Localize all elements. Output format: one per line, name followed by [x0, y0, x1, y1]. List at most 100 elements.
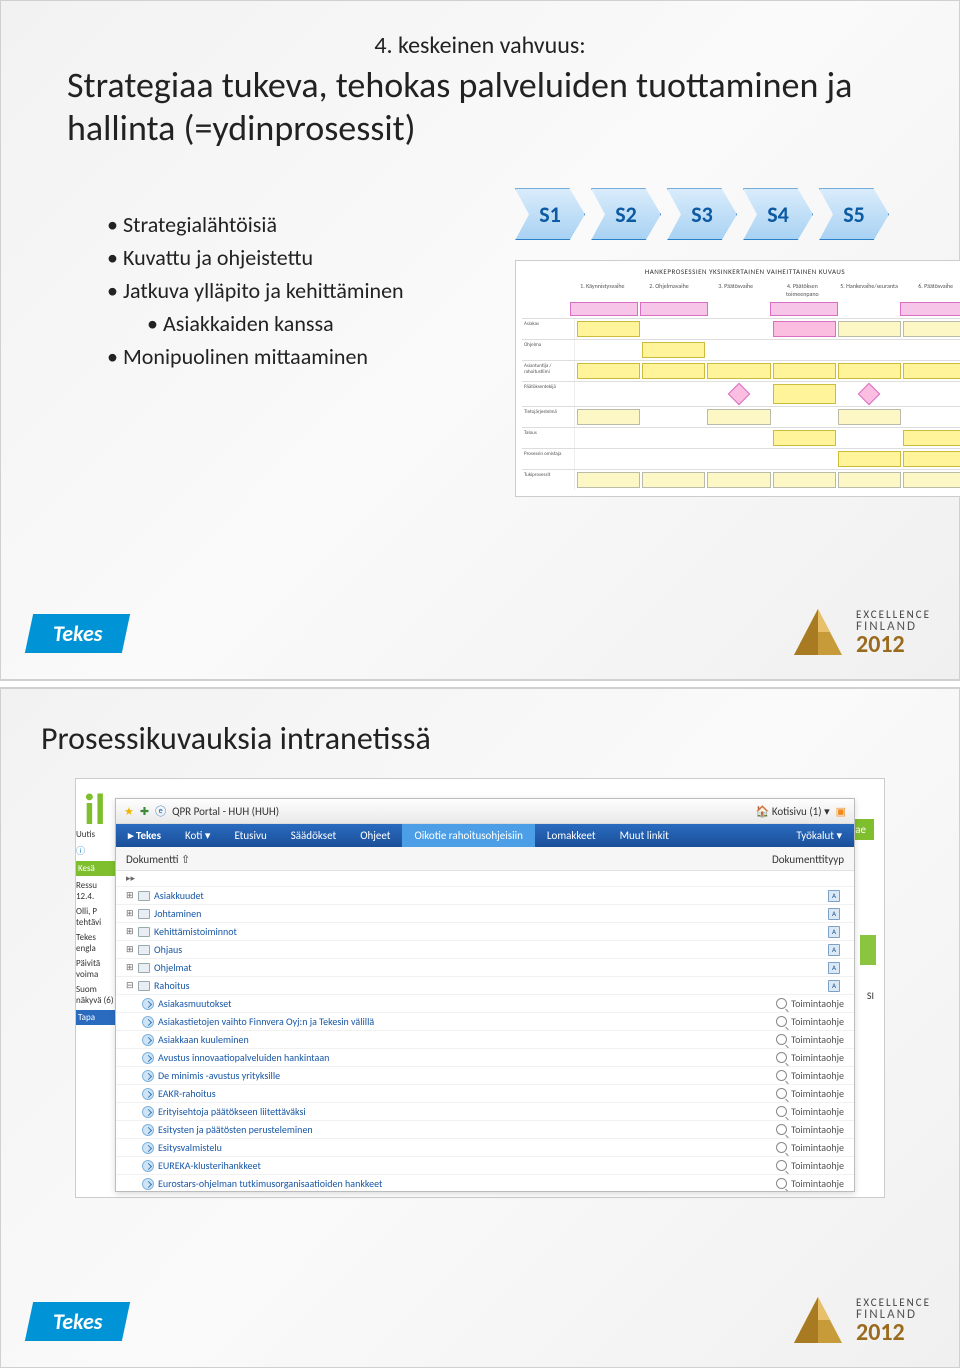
swimlane-label: Asiakas: [522, 319, 575, 339]
folder-row[interactable]: ⊞KehittämistoiminnotA: [116, 923, 854, 941]
decision-diamond: [728, 383, 751, 406]
process-arrow: S1: [515, 188, 585, 240]
slide-2: Prosessikuvauksia intranetissä il Uutis …: [0, 688, 960, 1368]
home-dropdown[interactable]: 🏠 Kotisivu (1) ▾: [756, 805, 830, 818]
folder-row-expanded[interactable]: ⊟RahoitusA: [116, 977, 854, 995]
process-arrow: S4: [743, 188, 813, 240]
document-row[interactable]: Asiakkaan kuuleminen Toimintaohje: [116, 1031, 854, 1049]
document-icon: [142, 1034, 154, 1046]
document-row[interactable]: Esitysvalmistelu Toimintaohje: [116, 1139, 854, 1157]
folder-icon: [138, 891, 150, 901]
bullet-indented: Asiakkaiden kanssa: [147, 307, 497, 340]
document-row[interactable]: Esitysten ja päätösten perusteleminen To…: [116, 1121, 854, 1139]
nav-tools[interactable]: Työkalut ▾: [784, 824, 854, 847]
nav-tab[interactable]: Lomakkeet: [535, 824, 608, 847]
phase-label: 6. Päätösvaihe: [903, 280, 960, 300]
excellence-finland-badge: EXCELLENCE FINLAND 2012: [790, 605, 931, 661]
process-diagram: HANKEPROSESSIEN YKSINKERTAINEN VAIHEITTA…: [515, 260, 960, 497]
document-row[interactable]: EUREKA-klusterihankkeet Toimintaohje: [116, 1157, 854, 1175]
folder-row[interactable]: ⊞OhjausA: [116, 941, 854, 959]
a-badge-icon: A: [828, 926, 840, 938]
process-arrow: S3: [667, 188, 737, 240]
document-icon: [142, 1088, 154, 1100]
document-row[interactable]: Erityisehtoja päätökseen liitettäväksi T…: [116, 1103, 854, 1121]
nav-tab-active[interactable]: Oikotie rahoitusohjeisiin: [402, 824, 534, 847]
document-icon: [142, 1106, 154, 1118]
a-badge-icon: A: [828, 944, 840, 956]
right-marker: SI: [867, 989, 874, 1002]
document-row[interactable]: EAKR-rahoitus Toimintaohje: [116, 1085, 854, 1103]
document-row[interactable]: Eurostars-ohjelman tutkimusorganisaatioi…: [116, 1175, 854, 1191]
folder-row[interactable]: ⊞AsiakkuudetA: [116, 887, 854, 905]
add-favorite-icon[interactable]: ✚: [140, 805, 149, 818]
nav-brand[interactable]: ▸ Tekes: [116, 824, 173, 847]
folder-icon: [138, 927, 150, 937]
tree-toolbar[interactable]: ▸▸: [116, 871, 854, 887]
process-arrow: S2: [591, 188, 661, 240]
nav-tab[interactable]: Muut linkit: [608, 824, 681, 847]
nav-tab[interactable]: Säädökset: [279, 824, 348, 847]
swimlane-label: Ohjelma: [522, 340, 575, 360]
folder-icon: [138, 963, 150, 973]
excellence-year: 2012: [856, 1321, 931, 1345]
col-doctype[interactable]: Dokumenttityyp: [772, 853, 844, 866]
window-title: QPR Portal - HUH (HUH): [172, 805, 279, 818]
nav-tab[interactable]: Etusivu: [222, 824, 278, 847]
nav-koti[interactable]: Koti ▾: [173, 824, 222, 847]
document-row[interactable]: De minimis -avustus yrityksille Toiminta…: [116, 1067, 854, 1085]
document-row[interactable]: Avustus innovaatiopalveluiden hankintaan…: [116, 1049, 854, 1067]
phase-label: 3. Päätösvaihe: [703, 280, 768, 300]
favorite-star-icon[interactable]: ★: [124, 805, 134, 818]
slide1-title: Strategiaa tukeva, tehokas palveluiden t…: [67, 64, 929, 150]
bullet: Strategialähtöisiä: [107, 208, 497, 241]
search-icon[interactable]: [776, 998, 787, 1009]
document-icon: [142, 1142, 154, 1154]
document-icon: [142, 1160, 154, 1172]
feed-icon[interactable]: ▣: [836, 805, 846, 818]
slide2-title: Prosessikuvauksia intranetissä: [41, 719, 919, 758]
pyramid-icon: [790, 1293, 846, 1349]
swimlane-label: Prosessin omistaja: [522, 449, 575, 469]
document-icon: [142, 1016, 154, 1028]
folder-icon: [138, 909, 150, 919]
a-badge-icon: A: [828, 890, 840, 902]
document-icon: [142, 998, 154, 1010]
search-icon[interactable]: [776, 1016, 787, 1027]
search-icon[interactable]: [776, 1052, 787, 1063]
decision-diamond: [858, 383, 881, 406]
process-diagram-title: HANKEPROSESSIEN YKSINKERTAINEN VAIHEITTA…: [522, 267, 960, 276]
pink-box: [770, 302, 838, 316]
folder-row[interactable]: ⊞JohtaminenA: [116, 905, 854, 923]
folder-icon: [138, 981, 150, 991]
document-row[interactable]: Asiakasmuutokset Toimintaohje: [116, 995, 854, 1013]
phase-label: 5. Hankevaihe/seuranta: [837, 280, 902, 300]
folder-row[interactable]: ⊞OhjelmatA: [116, 959, 854, 977]
window-titlebar: ★ ✚ ⓔ QPR Portal - HUH (HUH) 🏠 Kotisivu …: [116, 799, 854, 824]
col-document[interactable]: Dokumentti ⇧: [126, 853, 190, 866]
search-icon[interactable]: [776, 1034, 787, 1045]
search-icon[interactable]: [776, 1178, 787, 1189]
search-icon[interactable]: [776, 1124, 787, 1135]
intranet-side-fragments: Uutis ⓘ Kesä Ressu 12.4. Olli, P tehtävi…: [76, 815, 116, 1197]
search-icon[interactable]: [776, 1088, 787, 1099]
search-icon[interactable]: [776, 1160, 787, 1171]
document-icon: [142, 1124, 154, 1136]
document-icon: [142, 1178, 154, 1190]
swimlane-label: Talous: [522, 428, 575, 448]
a-badge-icon: A: [828, 962, 840, 974]
swimlane-label: Tietojärjestelmä: [522, 407, 575, 427]
document-icon: [142, 1052, 154, 1064]
slide-divider: [0, 680, 960, 688]
table-header: Dokumentti ⇧ Dokumenttityyp: [116, 847, 854, 871]
excellence-finland-badge: EXCELLENCE FINLAND 2012: [790, 1293, 931, 1349]
tekes-logo: Tekes: [25, 614, 131, 653]
slide-1: 4. keskeinen vahvuus: Strategiaa tukeva,…: [0, 0, 960, 680]
search-icon[interactable]: [776, 1070, 787, 1081]
document-row[interactable]: Asiakastietojen vaihto Finnvera Oyj:n ja…: [116, 1013, 854, 1031]
search-icon[interactable]: [776, 1106, 787, 1117]
a-badge-icon: A: [828, 980, 840, 992]
slide1-kicker: 4. keskeinen vahvuus:: [31, 31, 929, 60]
qpr-portal-window: ★ ✚ ⓔ QPR Portal - HUH (HUH) 🏠 Kotisivu …: [115, 798, 855, 1192]
nav-tab[interactable]: Ohjeet: [348, 824, 402, 847]
search-icon[interactable]: [776, 1142, 787, 1153]
